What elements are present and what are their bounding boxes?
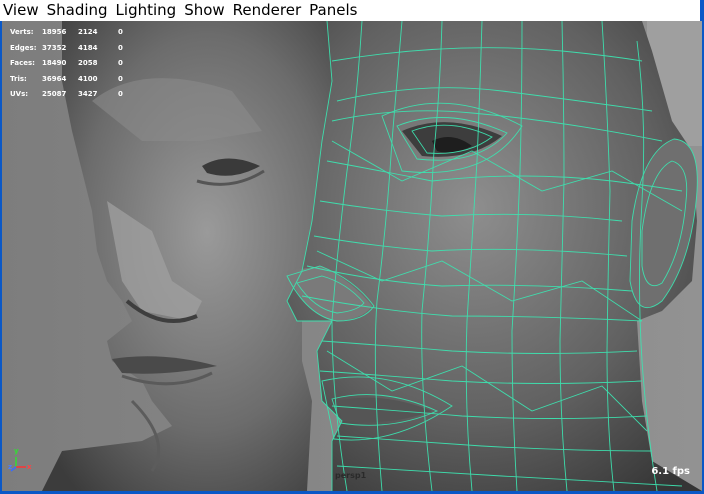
hud-value: 3427 (78, 90, 98, 98)
hud-value: 37352 (42, 43, 67, 52)
hud-value: 4184 (78, 43, 98, 52)
hud-value: 2058 (78, 59, 98, 67)
hud-value: 18956 (42, 28, 67, 36)
hud-value: 0 (118, 59, 123, 67)
hud-value: 0 (118, 28, 123, 36)
axis-y-label: y (14, 447, 19, 455)
wireframe-head-model (286, 21, 702, 491)
poly-count-hud: Verts: 18956 2124 0 Edges: 37352 4184 0 … (10, 25, 130, 103)
hud-value: 0 (118, 74, 123, 83)
hud-label: Tris: (10, 74, 27, 83)
hud-row-faces: Faces: 18490 2058 0 (10, 56, 130, 72)
hud-value: 4100 (78, 74, 98, 83)
axis-x-label: x (27, 463, 32, 471)
menu-shading[interactable]: Shading (43, 0, 112, 21)
menu-lighting[interactable]: Lighting (112, 0, 181, 21)
menu-renderer[interactable]: Renderer (229, 0, 305, 21)
menubar: View Shading Lighting Show Renderer Pane… (0, 0, 700, 21)
hud-row-verts: Verts: 18956 2124 0 (10, 25, 130, 41)
menu-view[interactable]: View (0, 0, 43, 21)
perspective-viewport[interactable]: Verts: 18956 2124 0 Edges: 37352 4184 0 … (2, 21, 702, 491)
hud-value: 36964 (42, 74, 67, 83)
menu-show[interactable]: Show (180, 0, 228, 21)
maya-window: View Shading Lighting Show Renderer Pane… (0, 0, 704, 494)
hud-value: 25087 (42, 90, 67, 98)
hud-value: 18490 (42, 59, 67, 67)
hud-value: 0 (118, 43, 123, 52)
axis-gizmo-icon: y x z (8, 447, 34, 473)
axis-z-label: z (8, 463, 13, 471)
hud-value: 2124 (78, 28, 98, 36)
hud-value: 0 (118, 90, 123, 98)
hud-label: Edges: (10, 43, 37, 52)
hud-row-tris: Tris: 36964 4100 0 (10, 72, 130, 88)
hud-label: Verts: (10, 28, 34, 36)
fps-readout: 6.1 fps (651, 466, 690, 477)
hud-label: Faces: (10, 59, 35, 67)
hud-row-edges: Edges: 37352 4184 0 (10, 41, 130, 57)
hud-label: UVs: (10, 90, 29, 98)
hud-row-uvs: UVs: 25087 3427 0 (10, 87, 130, 103)
menu-panels[interactable]: Panels (305, 0, 361, 21)
camera-name: persp1 (335, 471, 367, 480)
